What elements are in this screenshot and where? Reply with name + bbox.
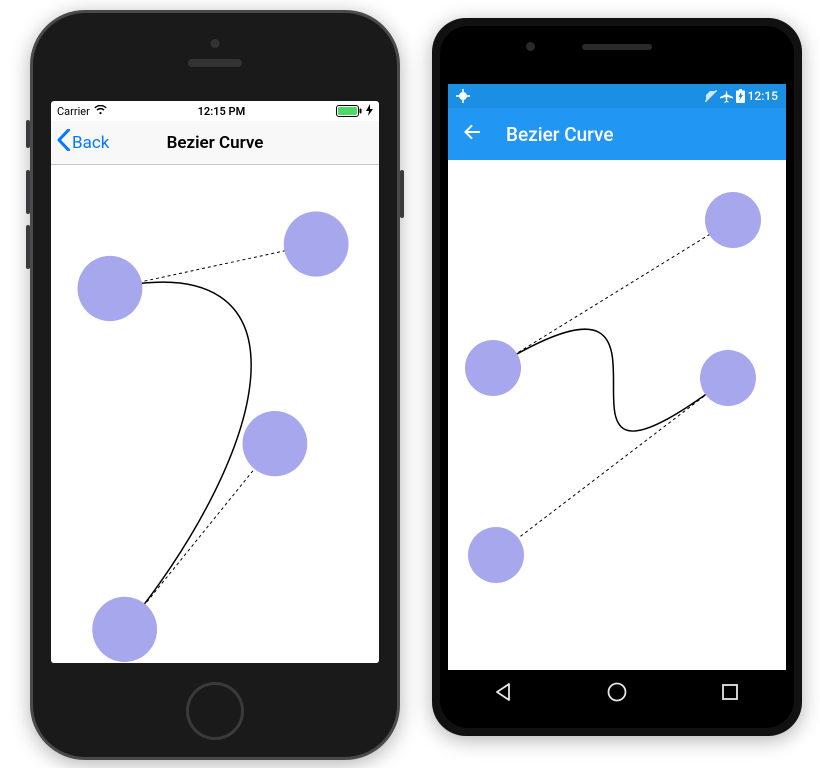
iphone-power-button xyxy=(400,170,404,218)
iphone-home-button[interactable] xyxy=(186,682,244,740)
bezier-curve xyxy=(110,282,251,629)
android-earpiece xyxy=(582,44,652,50)
android-debug-icon xyxy=(456,89,470,103)
ios-nav-bar: Back Bezier Curve xyxy=(51,121,379,165)
bezier-curve xyxy=(493,329,728,431)
back-arrow-icon[interactable] xyxy=(462,122,482,146)
wifi-icon xyxy=(94,105,107,118)
android-app-bar: Bezier Curve xyxy=(448,108,786,160)
iphone-volume-down xyxy=(26,225,30,269)
bezier-control-point-2[interactable] xyxy=(242,411,307,476)
android-recents-key[interactable] xyxy=(720,682,740,706)
bezier-control-point-2[interactable] xyxy=(468,527,524,583)
battery-charging-icon xyxy=(736,89,745,103)
ios-clock: 12:15 PM xyxy=(198,105,246,118)
ios-carrier-label: Carrier xyxy=(57,105,90,118)
android-front-camera xyxy=(526,42,535,51)
iphone-screen: Carrier 12:15 PM xyxy=(51,101,379,663)
airplane-mode-icon xyxy=(720,90,733,103)
bezier-control-point-1[interactable] xyxy=(284,211,349,276)
ios-bezier-canvas[interactable] xyxy=(51,165,379,663)
back-button-label: Back xyxy=(72,133,109,153)
android-back-key[interactable] xyxy=(494,682,514,706)
android-clock: 12:15 xyxy=(748,89,778,103)
charging-icon xyxy=(366,104,373,119)
no-sim-icon xyxy=(705,90,717,102)
bezier-point-end[interactable] xyxy=(92,597,157,662)
bezier-point-end[interactable] xyxy=(700,350,756,406)
chevron-left-icon xyxy=(57,129,72,156)
ios-status-bar: Carrier 12:15 PM xyxy=(51,101,379,121)
page-title: Bezier Curve xyxy=(506,123,614,146)
iphone-front-camera xyxy=(211,39,220,48)
android-device-frame: 12:15 Bezier Curve xyxy=(432,18,802,736)
android-home-key[interactable] xyxy=(606,681,628,707)
iphone-device-frame: Carrier 12:15 PM xyxy=(30,10,400,760)
android-nav-bar xyxy=(448,672,786,716)
android-status-bar: 12:15 xyxy=(448,84,786,108)
battery-icon xyxy=(336,105,362,117)
bezier-control-point-1[interactable] xyxy=(705,192,761,248)
bezier-handle-start xyxy=(493,220,733,368)
iphone-earpiece xyxy=(188,59,242,67)
iphone-silent-switch xyxy=(26,120,30,148)
bezier-point-start[interactable] xyxy=(465,340,521,396)
android-bezier-canvas[interactable] xyxy=(448,160,786,670)
bezier-point-start[interactable] xyxy=(78,256,143,321)
iphone-volume-up xyxy=(26,170,30,214)
android-screen: 12:15 Bezier Curve xyxy=(448,84,786,670)
back-button[interactable]: Back xyxy=(51,129,109,156)
bezier-handle-end xyxy=(496,378,728,555)
